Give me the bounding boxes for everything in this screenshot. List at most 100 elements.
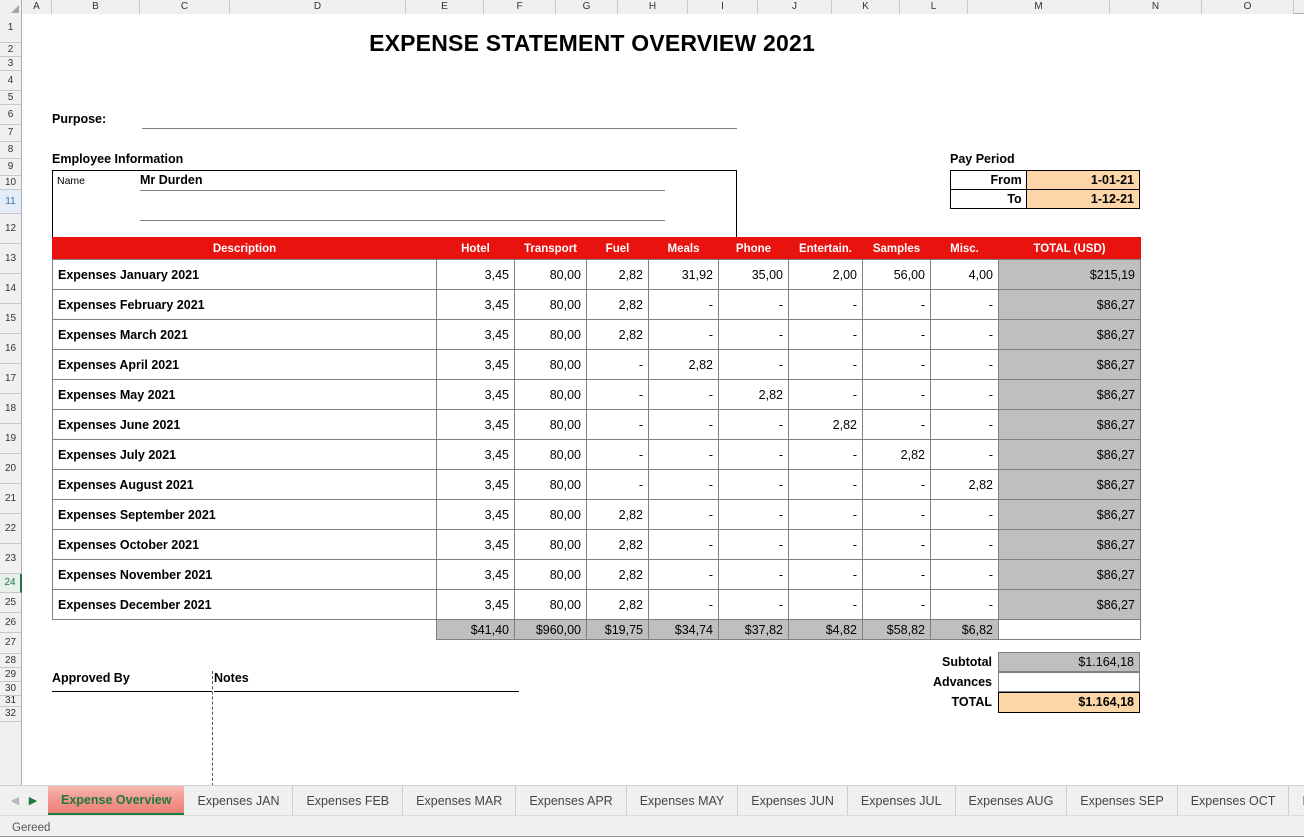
cell-description[interactable]: Expenses May 2021 (52, 379, 437, 410)
sheet-tab-expenses-jun[interactable]: Expenses JUN (738, 786, 848, 815)
cell-samples[interactable]: 2,82 (862, 439, 931, 470)
cell-total[interactable]: $86,27 (998, 409, 1141, 440)
cell-transport[interactable]: 80,00 (514, 499, 587, 530)
cell-meals[interactable]: 31,92 (648, 259, 719, 290)
column-header-L[interactable]: L (900, 0, 968, 14)
cell-misc[interactable]: - (930, 319, 999, 350)
cell-total[interactable]: $86,27 (998, 499, 1141, 530)
cell-entertain[interactable]: 2,00 (788, 259, 863, 290)
tab-prev-icon[interactable]: ◀ (6, 791, 24, 811)
table-row[interactable]: Expenses July 2021 3,45 80,00- - - -2,82- $86,… (52, 439, 1141, 470)
cell-transport[interactable]: 80,00 (514, 349, 587, 380)
sheet-tab-expenses-may[interactable]: Expenses MAY (627, 786, 739, 815)
row-header-8[interactable]: 8 (0, 142, 21, 159)
table-row[interactable]: Expenses June 2021 3,45 80,00- - -2,82- - $86,… (52, 409, 1141, 440)
row-header-32[interactable]: 32 (0, 707, 21, 722)
cell-transport[interactable]: 80,00 (514, 259, 587, 290)
cell-samples[interactable]: - (862, 349, 931, 380)
cell-hotel[interactable]: 3,45 (436, 289, 515, 320)
cell-phone[interactable]: - (718, 319, 789, 350)
cell-fuel[interactable]: 2,82 (586, 319, 649, 350)
cell-description[interactable]: Expenses August 2021 (52, 469, 437, 500)
cell-samples[interactable]: - (862, 409, 931, 440)
sheet-tab-ex[interactable]: Ex (1289, 786, 1304, 815)
cell-fuel[interactable]: 2,82 (586, 529, 649, 560)
row-header-5[interactable]: 5 (0, 91, 21, 105)
cell-meals[interactable]: - (648, 589, 719, 620)
column-header-H[interactable]: H (618, 0, 688, 14)
column-header-D[interactable]: D (230, 0, 406, 14)
row-header-13[interactable]: 13 (0, 244, 21, 274)
row-header-26[interactable]: 26 (0, 613, 21, 633)
row-header-10[interactable]: 10 (0, 176, 21, 190)
row-header-6[interactable]: 6 (0, 105, 21, 125)
table-row[interactable]: Expenses April 2021 3,45 80,00-2,82- - - - $86… (52, 349, 1141, 380)
cell-transport[interactable]: 80,00 (514, 379, 587, 410)
cell-entertain[interactable]: - (788, 559, 863, 590)
sheet-tab-expenses-apr[interactable]: Expenses APR (516, 786, 627, 815)
approved-by-input[interactable] (52, 693, 212, 783)
row-header-7[interactable]: 7 (0, 125, 21, 142)
cell-phone[interactable]: - (718, 409, 789, 440)
cell-misc[interactable]: - (930, 349, 999, 380)
cell-transport[interactable]: 80,00 (514, 589, 587, 620)
row-header-2[interactable]: 2 (0, 43, 21, 57)
cell-transport[interactable]: 80,00 (514, 469, 587, 500)
cell-total[interactable]: $86,27 (998, 439, 1141, 470)
table-row[interactable]: Expenses November 2021 3,45 80,00 2,82- - - - -… (52, 559, 1141, 590)
cell-hotel[interactable]: 3,45 (436, 259, 515, 290)
cell-hotel[interactable]: 3,45 (436, 379, 515, 410)
advances-value[interactable] (998, 672, 1140, 692)
cell-misc[interactable]: - (930, 289, 999, 320)
column-header-M[interactable]: M (968, 0, 1110, 14)
cell-misc[interactable]: - (930, 379, 999, 410)
purpose-input[interactable] (142, 112, 737, 129)
cell-phone[interactable]: 2,82 (718, 379, 789, 410)
row-header-29[interactable]: 29 (0, 668, 21, 682)
row-header-27[interactable]: 27 (0, 633, 21, 654)
cell-fuel[interactable]: - (586, 349, 649, 380)
cell-phone[interactable]: - (718, 439, 789, 470)
table-row[interactable]: Expenses December 2021 3,45 80,00 2,82- - - - -… (52, 589, 1141, 620)
cell-meals[interactable]: - (648, 559, 719, 590)
sheet-tab-expenses-mar[interactable]: Expenses MAR (403, 786, 517, 815)
column-header-A[interactable]: A (22, 0, 52, 14)
cell-description[interactable]: Expenses October 2021 (52, 529, 437, 560)
cell-entertain[interactable]: 2,82 (788, 409, 863, 440)
column-header-E[interactable]: E (406, 0, 484, 14)
select-all-corner[interactable] (0, 0, 22, 14)
cell-hotel[interactable]: 3,45 (436, 589, 515, 620)
row-header-21[interactable]: 21 (0, 484, 21, 514)
sheet-tab-expenses-jul[interactable]: Expenses JUL (848, 786, 956, 815)
row-header-24[interactable]: 24 (0, 574, 22, 593)
cell-total[interactable]: $215,19 (998, 259, 1141, 290)
cell-transport[interactable]: 80,00 (514, 289, 587, 320)
row-header-12[interactable]: 12 (0, 214, 21, 244)
column-header-C[interactable]: C (140, 0, 230, 14)
cell-description[interactable]: Expenses November 2021 (52, 559, 437, 590)
cell-hotel[interactable]: 3,45 (436, 499, 515, 530)
cell-total[interactable]: $86,27 (998, 289, 1141, 320)
notes-input[interactable] (214, 693, 519, 783)
row-header-16[interactable]: 16 (0, 334, 21, 364)
cell-hotel[interactable]: 3,45 (436, 469, 515, 500)
cell-phone[interactable]: 35,00 (718, 259, 789, 290)
sheet-tab-expenses-jan[interactable]: Expenses JAN (184, 786, 294, 815)
column-header-B[interactable]: B (52, 0, 140, 14)
cell-description[interactable]: Expenses March 2021 (52, 319, 437, 350)
row-header-3[interactable]: 3 (0, 57, 21, 71)
cell-misc[interactable]: 2,82 (930, 469, 999, 500)
cell-transport[interactable]: 80,00 (514, 559, 587, 590)
cell-hotel[interactable]: 3,45 (436, 349, 515, 380)
cell-phone[interactable]: - (718, 529, 789, 560)
row-header-22[interactable]: 22 (0, 514, 21, 544)
name-input[interactable]: Mr Durden (140, 173, 665, 191)
row-header-14[interactable]: 14 (0, 274, 21, 304)
cell-description[interactable]: Expenses January 2021 (52, 259, 437, 290)
cell-total[interactable]: $86,27 (998, 529, 1141, 560)
cell-misc[interactable]: - (930, 439, 999, 470)
row-header-31[interactable]: 31 (0, 696, 21, 707)
cell-misc[interactable]: 4,00 (930, 259, 999, 290)
row-header-18[interactable]: 18 (0, 394, 21, 424)
cell-meals[interactable]: - (648, 289, 719, 320)
